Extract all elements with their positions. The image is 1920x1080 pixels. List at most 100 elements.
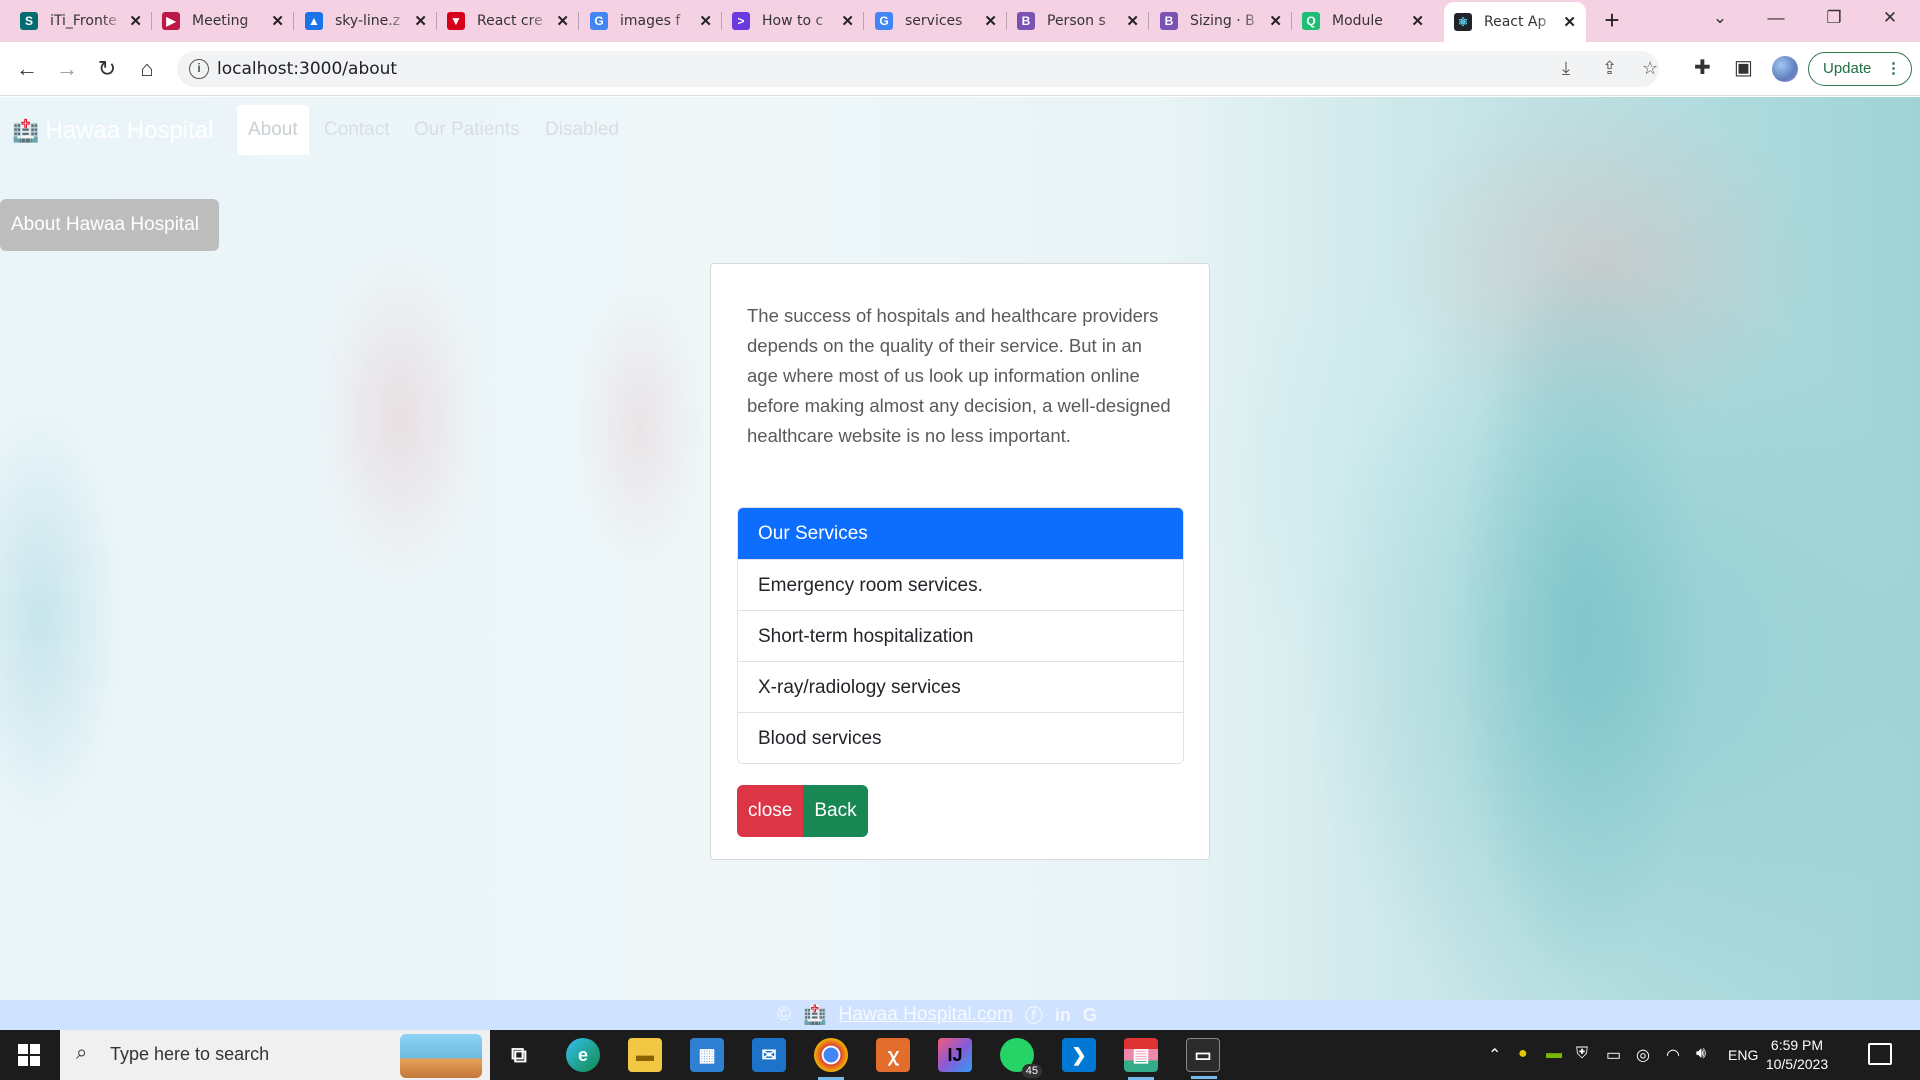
services-list: Our Services Emergency room services. Sh… — [737, 507, 1184, 764]
volume-icon[interactable]: 🔊︎ — [1696, 1045, 1706, 1063]
taskbar-search-box[interactable]: ⌕ Type here to search — [60, 1030, 490, 1080]
mail-icon[interactable]: ✉ — [752, 1038, 786, 1072]
card-button-group: close Back — [737, 785, 868, 837]
minimize-icon[interactable]: — — [1756, 8, 1796, 28]
vite-icon: ▼ — [447, 12, 465, 30]
close-icon[interactable]: ✕ — [1411, 12, 1424, 30]
tab-search-chevron-icon[interactable]: ⌄ — [1700, 8, 1740, 28]
forward-arrow-icon[interactable]: → — [52, 54, 82, 84]
notification-center-icon[interactable] — [1868, 1043, 1892, 1065]
nvidia-icon[interactable]: ▬ — [1546, 1045, 1562, 1063]
reload-icon[interactable]: ↻ — [92, 54, 122, 84]
security-shield-icon[interactable]: ⛨ — [1576, 1045, 1588, 1063]
close-icon[interactable]: ✕ — [984, 12, 997, 30]
restore-icon[interactable]: ❐ — [1814, 8, 1854, 28]
bootstrap-icon: B — [1017, 12, 1035, 30]
command-prompt-icon[interactable]: ▭ — [1186, 1038, 1220, 1079]
battery-icon[interactable]: ▭ — [1606, 1045, 1621, 1065]
tab-title: How to c — [762, 13, 824, 29]
chrome-icon[interactable] — [814, 1038, 848, 1080]
browser-tab[interactable]: G services ✕ — [865, 4, 1007, 38]
bookmark-star-icon[interactable]: ☆ — [1642, 58, 1658, 79]
nav-link-contact[interactable]: Contact — [313, 105, 400, 155]
nav-link-our-patients[interactable]: Our Patients — [403, 105, 531, 155]
window-close-icon[interactable]: ✕ — [1870, 8, 1910, 28]
share-icon[interactable]: ⇪ — [1602, 58, 1617, 79]
install-app-icon[interactable]: ⤓ — [1562, 58, 1570, 79]
close-icon[interactable]: ✕ — [1269, 12, 1282, 30]
browser-tab[interactable]: B Person s ✕ — [1007, 4, 1149, 38]
side-panel-icon[interactable]: ▣ — [1734, 55, 1753, 80]
brand[interactable]: 🏥 Hawaa Hospital — [12, 117, 214, 145]
clock-time: 6:59 PM — [1770, 1037, 1824, 1053]
nav-link-about[interactable]: About — [237, 105, 309, 155]
close-icon[interactable]: ✕ — [129, 12, 142, 30]
tab-title: React Ap — [1484, 14, 1547, 30]
drive-icon: ▲ — [305, 12, 323, 30]
vscode-icon[interactable]: ❯ — [1062, 1038, 1096, 1072]
about-hawaa-hospital-button[interactable]: About Hawaa Hospital — [0, 199, 219, 251]
tray-app-icon[interactable]: ● — [1518, 1045, 1528, 1063]
tab-title: iTi_Fronte — [50, 13, 117, 29]
tab-title: sky-line.z — [335, 13, 401, 29]
linkedin-icon[interactable]: in — [1055, 1005, 1071, 1026]
address-bar[interactable]: i localhost:3000/about ⤓ ⇪ ☆ — [177, 51, 1659, 87]
google-icon[interactable]: G — [1083, 1005, 1097, 1026]
browser-tab-active[interactable]: ⚛ React Ap ✕ — [1444, 2, 1586, 42]
nav-link-disabled: Disabled — [545, 119, 619, 140]
browser-tab[interactable]: S iTi_Fronte ✕ — [10, 4, 152, 38]
back-button[interactable]: Back — [803, 785, 868, 837]
browser-tab[interactable]: ▼ React cre ✕ — [437, 4, 579, 38]
windows-taskbar: ⌕ Type here to search ⧉ e ▬ ▦ ✉ ꭓ IJ 45 … — [0, 1030, 1920, 1080]
task-view-icon[interactable]: ⧉ — [502, 1038, 536, 1072]
home-icon[interactable]: ⌂ — [132, 54, 162, 84]
list-item: Blood services — [738, 712, 1183, 763]
services-list-header: Our Services — [738, 508, 1183, 559]
windows-start-icon[interactable] — [18, 1044, 40, 1066]
microsoft-store-icon[interactable]: ▦ — [690, 1038, 724, 1072]
new-tab-button[interactable]: + — [1597, 6, 1627, 36]
browser-tab[interactable]: Q Module ✕ — [1292, 4, 1434, 38]
edge-icon[interactable]: e — [566, 1038, 600, 1072]
close-icon[interactable]: ✕ — [1563, 13, 1576, 31]
close-button[interactable]: close — [737, 785, 804, 837]
tab-title: Meeting — [192, 13, 249, 29]
close-icon[interactable]: ✕ — [271, 12, 284, 30]
terminal-icon: > — [732, 12, 750, 30]
facebook-icon[interactable]: ⓕ — [1025, 1002, 1043, 1028]
footer-site-link[interactable]: Hawaa Hospital.com — [839, 1004, 1013, 1026]
brand-name: Hawaa Hospital — [45, 117, 214, 144]
taskbar-clock[interactable]: 6:59 PM 10/5/2023 — [1752, 1036, 1842, 1074]
xampp-icon[interactable]: ꭓ — [876, 1038, 910, 1072]
winrar-icon[interactable]: ▤ — [1124, 1038, 1158, 1080]
extensions-puzzle-icon[interactable]: ✚ — [1694, 55, 1711, 80]
browser-tab[interactable]: ▲ sky-line.z ✕ — [295, 4, 437, 38]
site-navbar: 🏥 Hawaa Hospital About Contact Our Patie… — [0, 97, 1920, 159]
browser-tab[interactable]: > How to c ✕ — [722, 4, 864, 38]
close-icon[interactable]: ✕ — [556, 12, 569, 30]
close-icon[interactable]: ✕ — [414, 12, 427, 30]
whatsapp-badge: 45 — [1021, 1064, 1042, 1078]
site-info-icon[interactable]: i — [189, 59, 209, 79]
tab-title: services — [905, 13, 963, 29]
close-icon[interactable]: ✕ — [699, 12, 712, 30]
close-icon[interactable]: ✕ — [1126, 12, 1139, 30]
file-explorer-icon[interactable]: ▬ — [628, 1038, 662, 1072]
browser-tab[interactable]: G images f ✕ — [580, 4, 722, 38]
about-card: The success of hospitals and healthcare … — [710, 263, 1210, 860]
back-arrow-icon[interactable]: ← — [12, 54, 42, 84]
close-icon[interactable]: ✕ — [841, 12, 854, 30]
profile-avatar[interactable] — [1772, 56, 1798, 82]
tab-title: Module — [1332, 13, 1383, 29]
url-text[interactable]: localhost:3000/about — [217, 59, 397, 79]
intellij-icon[interactable]: IJ — [938, 1038, 972, 1072]
tray-chevron-up-icon[interactable]: ⌃ — [1488, 1045, 1501, 1065]
browser-tab[interactable]: B Sizing · B ✕ — [1150, 4, 1292, 38]
update-button[interactable]: Update ⋮ — [1808, 52, 1912, 86]
webcam-icon[interactable]: ◎ — [1636, 1045, 1650, 1065]
wifi-icon[interactable]: ◠ — [1666, 1045, 1680, 1065]
sharepoint-icon: S — [20, 12, 38, 30]
more-menu-icon[interactable]: ⋮ — [1886, 53, 1901, 85]
browser-tab[interactable]: ▶ Meeting ✕ — [152, 4, 294, 38]
whatsapp-icon[interactable]: 45 — [1000, 1038, 1042, 1078]
